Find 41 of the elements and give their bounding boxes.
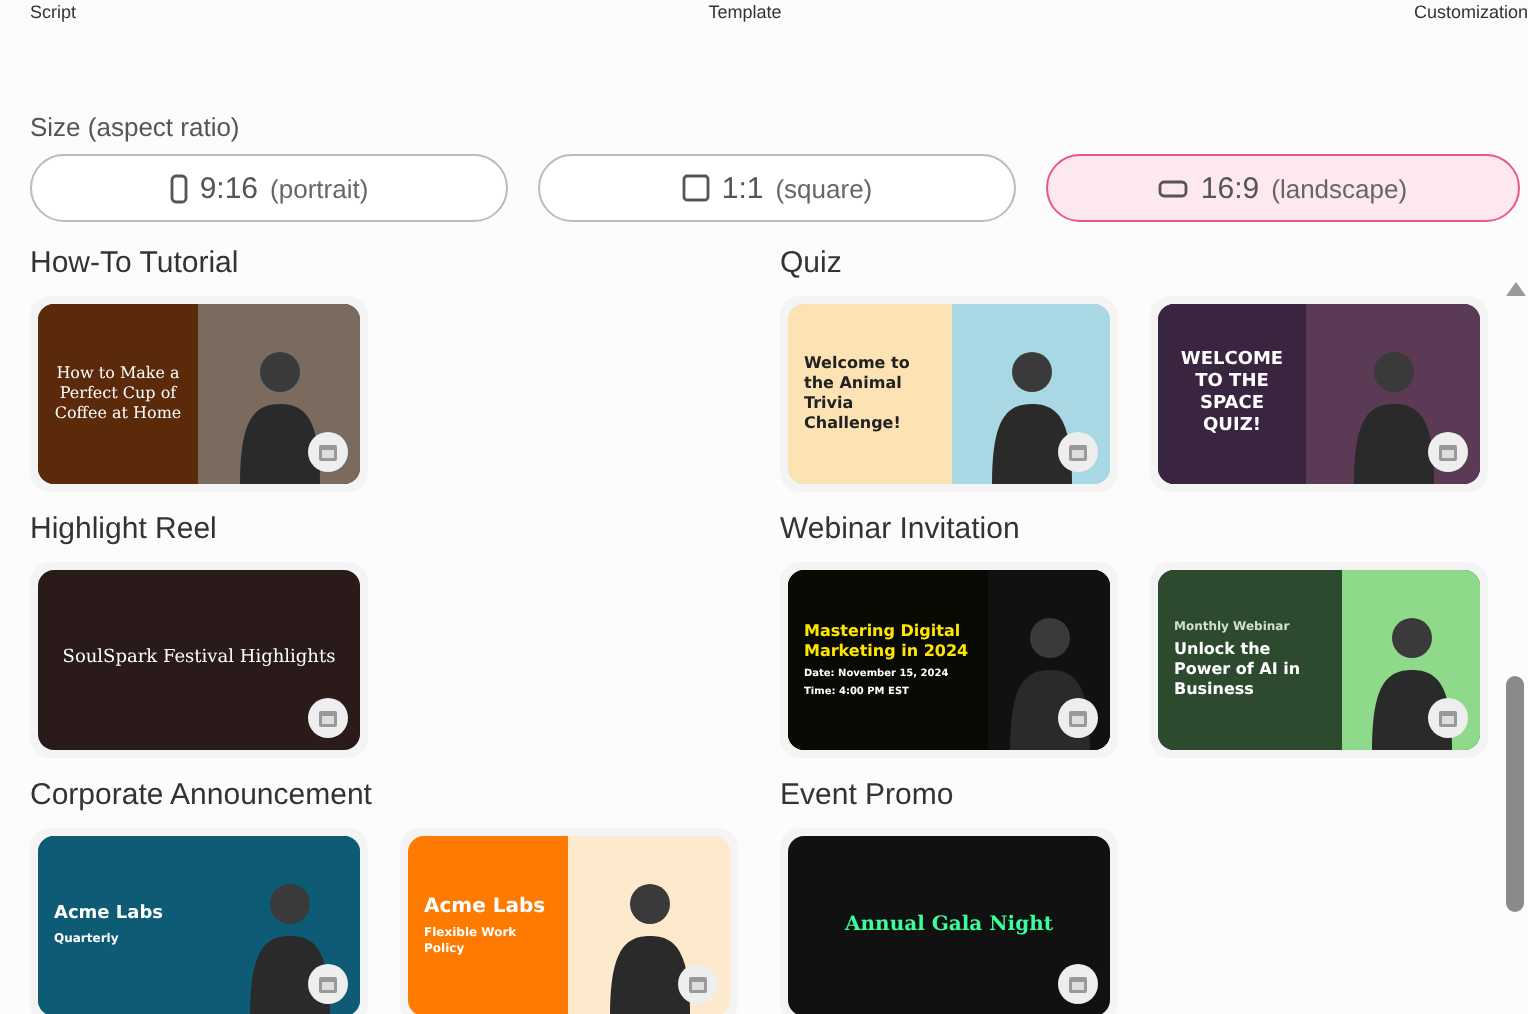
template-card[interactable]: SoulSpark Festival Highlights (30, 562, 368, 758)
section-heading: Webinar Invitation (780, 512, 1022, 546)
landscape-icon (1158, 179, 1189, 197)
preview-text: WELCOME TO THE SPACE QUIZ! (1178, 349, 1286, 439)
portrait-icon (169, 173, 188, 203)
step-label: Template (708, 2, 782, 26)
section-heading: Corporate Announcement (30, 778, 374, 812)
layout-icon (318, 443, 338, 461)
template-card[interactable]: WELCOME TO THE SPACE QUIZ! (1150, 296, 1488, 492)
step-label: Customization (1413, 2, 1528, 26)
layout-icon (1438, 443, 1458, 461)
aspect-ratio-option[interactable]: 9:16 (portrait) (30, 154, 508, 222)
scrollbar-thumb[interactable] (1506, 676, 1524, 912)
preview-text: Annual Gala Night (845, 913, 1053, 939)
layout-icon (1068, 975, 1088, 993)
layout-icon (1068, 709, 1088, 727)
aspect-ratio-option[interactable]: 16:9 (landscape) (1046, 154, 1520, 222)
square-icon (681, 174, 710, 202)
template-card[interactable]: Welcome to the Animal Trivia Challenge! (780, 296, 1118, 492)
preview-text: Acme Labs (424, 895, 546, 921)
preview-text: Acme Labs (54, 904, 164, 927)
layout-icon (318, 709, 338, 727)
layout-icon (318, 975, 338, 993)
section-heading: Event Promo (780, 778, 956, 812)
preview-text: How to Make a Perfect Cup of Coffee at Home (54, 364, 182, 424)
layout-icon (1438, 709, 1458, 727)
section-heading: Quiz (780, 246, 844, 280)
aspect-ratio-option[interactable]: 1:1 (square) (538, 154, 1016, 222)
preview-text: SoulSpark Festival Highlights (62, 648, 336, 672)
template-card[interactable]: How to Make a Perfect Cup of Coffee at Home (30, 296, 368, 492)
step-label: Script (30, 2, 77, 26)
preview-text: Welcome to the Animal Trivia Challenge! (804, 354, 912, 434)
preview-text: Mastering Digital Marketing in 2024 (804, 621, 971, 662)
template-card[interactable]: Annual Gala Night (780, 828, 1118, 1014)
preview-text: Unlock the Power of AI in Business (1174, 640, 1303, 701)
section-heading: How-To Tutorial (30, 246, 241, 280)
size-label: Size (aspect ratio) (30, 112, 242, 142)
section-heading: Highlight Reel (30, 512, 219, 546)
layout-icon (688, 975, 708, 993)
layout-icon (1068, 443, 1088, 461)
scroll-up-icon[interactable] (1506, 280, 1526, 296)
